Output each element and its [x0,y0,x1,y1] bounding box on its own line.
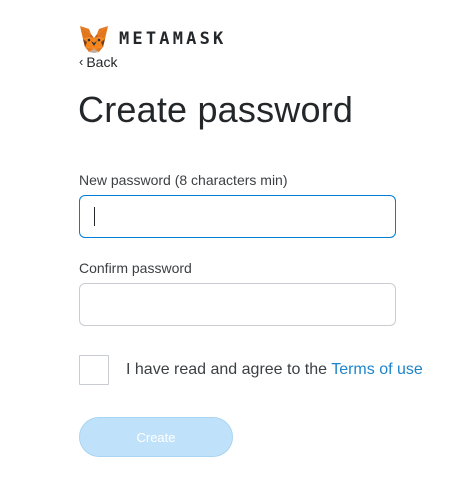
chevron-left-icon: ‹ [79,54,84,69]
new-password-label: New password (8 characters min) [79,172,288,188]
confirm-password-label: Confirm password [79,260,192,276]
create-password-page: METAMASK ‹ Back Create password New pass… [0,0,474,488]
terms-checkbox[interactable] [79,355,109,385]
create-button[interactable]: Create [79,417,233,457]
metamask-fox-icon [80,26,108,53]
metamask-logo: METAMASK [79,25,226,53]
back-link[interactable]: ‹ Back [79,53,117,71]
terms-agreement-label: I have read and agree to the [126,361,332,378]
page-title: Create password [78,89,354,130]
confirm-password-input[interactable] [79,283,396,326]
back-label: Back [86,54,118,70]
terms-of-use-link[interactable]: Terms of use [331,361,423,378]
metamask-wordmark: METAMASK [119,29,227,49]
terms-agreement-text: I have read and agree to the Terms of us… [126,355,423,385]
terms-agreement-row: I have read and agree to the Terms of us… [79,355,423,385]
new-password-input[interactable] [79,195,396,238]
text-cursor [94,207,95,226]
